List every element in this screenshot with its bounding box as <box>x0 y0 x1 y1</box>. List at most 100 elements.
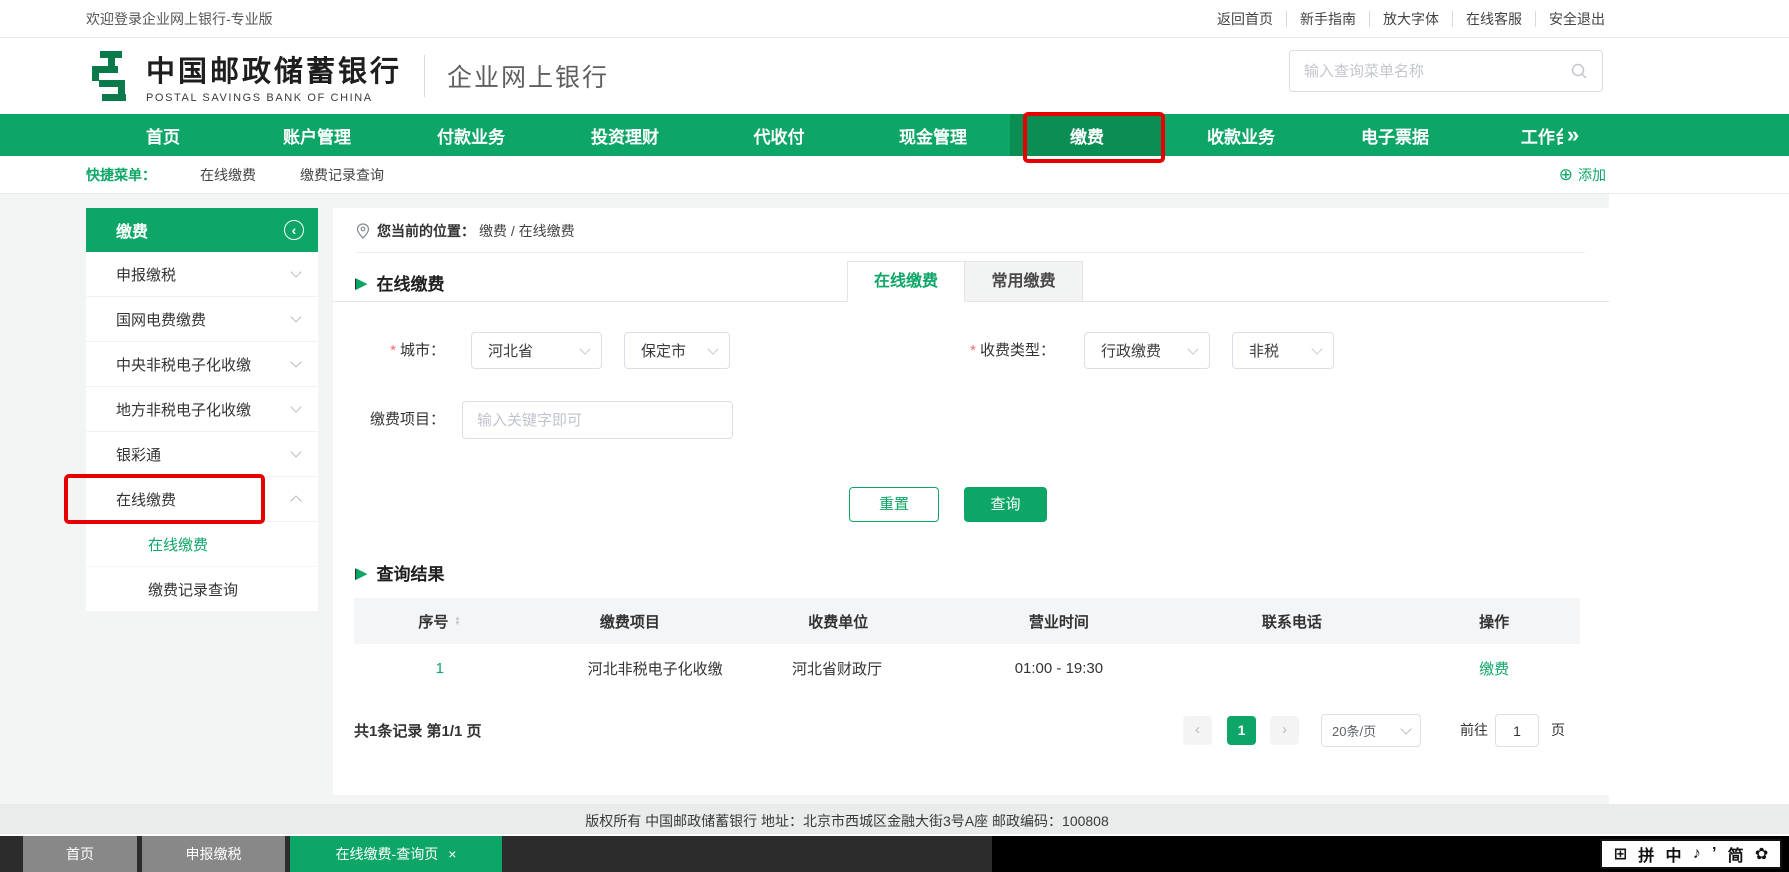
city-select[interactable]: 保定市 <box>624 332 730 369</box>
main-nav: 首页 账户管理 付款业务 投资理财 代收付 现金管理 缴费 收款业务 电子票据 … <box>0 114 1789 156</box>
nav-item-fee-payment[interactable]: 缴费 <box>1010 114 1164 156</box>
chevron-down-icon <box>290 446 301 457</box>
nav-item-investment[interactable]: 投资理财 <box>548 114 702 156</box>
goto-label: 前往 <box>1460 720 1488 740</box>
page-number-button[interactable]: 1 <box>1227 716 1256 745</box>
add-label: 添加 <box>1578 165 1606 185</box>
chevron-down-icon <box>290 401 301 412</box>
nav-label: 代收付 <box>754 123 805 148</box>
col-label: 序号 <box>418 611 448 632</box>
link-logout[interactable]: 安全退出 <box>1522 9 1605 29</box>
nav-more-chevron-icon[interactable]: » <box>1567 122 1577 148</box>
form-row-city: 城市： 河北省 保定市 收费类型： 行政缴费 非税 <box>333 332 1609 370</box>
results-title-text: 查询结果 <box>377 560 445 585</box>
chevron-down-icon <box>707 343 718 354</box>
nav-item-workbench[interactable]: 工作台 » <box>1472 114 1626 156</box>
nav-item-collection-payment[interactable]: 代收付 <box>702 114 856 156</box>
menu-search-input[interactable] <box>1304 63 1570 80</box>
sidebar-item-tax-declaration[interactable]: 申报缴税 <box>86 252 318 297</box>
link-guide[interactable]: 新手指南 <box>1273 9 1356 29</box>
goto-page-input[interactable] <box>1495 714 1539 747</box>
sidebar-item-state-grid-electricity[interactable]: 国网电费缴费 <box>86 297 318 342</box>
sidebar-subitem-label: 在线缴费 <box>148 534 208 555</box>
fee-type-select-2[interactable]: 非税 <box>1232 332 1334 369</box>
breadcrumb: 您当前的位置： 缴费 / 在线缴费 <box>356 221 575 241</box>
pay-action-link[interactable]: 缴费 <box>1479 661 1509 678</box>
fee-type-select-1[interactable]: 行政缴费 <box>1084 332 1210 369</box>
welcome-text: 欢迎登录企业网上银行-专业版 <box>86 9 273 29</box>
nav-label: 电子票据 <box>1361 123 1429 148</box>
link-home[interactable]: 返回首页 <box>1217 9 1273 29</box>
project-label: 缴费项目： <box>333 401 445 439</box>
nav-label: 首页 <box>146 123 180 148</box>
ime-punctuation-icon[interactable]: ’ <box>1712 845 1716 863</box>
sort-down-icon[interactable]: ▼ <box>455 621 461 626</box>
fee-type-label: 收费类型： <box>893 332 1055 370</box>
fee-type-value-1: 行政缴费 <box>1101 340 1161 361</box>
ime-chinese-mode-icon[interactable]: 中 <box>1666 842 1682 866</box>
sidebar-title: 缴费 <box>116 218 148 242</box>
breadcrumb-divider <box>356 252 1585 253</box>
nav-item-home[interactable]: 首页 <box>86 114 240 156</box>
nav-item-payments[interactable]: 付款业务 <box>394 114 548 156</box>
plus-circle-icon: ⊕ <box>1559 165 1573 185</box>
nav-item-e-bills[interactable]: 电子票据 <box>1318 114 1472 156</box>
nav-label: 缴费 <box>1070 123 1104 148</box>
sidebar-item-local-nontax[interactable]: 地方非税电子化收缴 <box>86 387 318 432</box>
ime-skin-icon[interactable]: ✿ <box>1755 844 1768 864</box>
ime-sound-icon[interactable]: ♪ <box>1693 845 1701 863</box>
taskbar-tab-tax-declaration[interactable]: 申报缴税 <box>142 836 285 872</box>
portal-title: 企业网上银行 <box>447 58 609 94</box>
sidebar-item-yincaitong[interactable]: 银彩通 <box>86 432 318 477</box>
prev-page-button[interactable]: ‹ <box>1183 716 1212 745</box>
col-action: 操作 <box>1408 611 1580 632</box>
taskbar-tab-home[interactable]: 首页 <box>23 836 137 872</box>
close-icon[interactable]: × <box>448 846 456 862</box>
nav-item-accounts[interactable]: 账户管理 <box>240 114 394 156</box>
ime-simplified-icon[interactable]: 简 <box>1728 842 1744 866</box>
ime-pinyin-icon[interactable]: 拼 <box>1638 842 1654 866</box>
quick-menu-item-online-payment[interactable]: 在线缴费 <box>200 165 256 185</box>
taskbar-tab-online-payment-query[interactable]: 在线缴费-查询页 × <box>290 836 502 872</box>
col-project: 缴费项目 <box>526 611 734 632</box>
page-size-select[interactable]: 20条/页 <box>1321 714 1421 747</box>
sidebar-collapse-button[interactable]: ‹ <box>284 220 304 240</box>
province-value: 河北省 <box>488 340 533 361</box>
taskbar-tab-label: 在线缴费-查询页 <box>336 844 439 864</box>
results-table: 序号 ▲ ▼ 缴费项目 收费单位 营业时间 联系电话 操作 1 河北非税电子化收… <box>354 598 1580 693</box>
quick-menu-item-payment-records[interactable]: 缴费记录查询 <box>300 165 384 185</box>
sort-icon[interactable]: ▲ ▼ <box>454 616 461 626</box>
header-divider <box>424 55 425 97</box>
sidebar-subitem-payment-records[interactable]: 缴费记录查询 <box>86 567 318 612</box>
bank-name-block: 中国邮政储蓄银行 POSTAL SAVINGS BANK OF CHINA <box>146 48 402 104</box>
search-icon[interactable] <box>1570 62 1588 80</box>
ime-grid-icon[interactable]: ⊞ <box>1614 844 1627 864</box>
sidebar-item-online-payment[interactable]: 在线缴费 <box>86 477 318 522</box>
ime-toolbar[interactable]: ⊞ 拼 中 ♪ ’ 简 ✿ <box>1600 839 1782 869</box>
tab-online-payment[interactable]: 在线缴费 <box>847 261 965 302</box>
province-select[interactable]: 河北省 <box>471 332 602 369</box>
project-keyword-input[interactable] <box>462 401 733 439</box>
payment-tabs: 在线缴费 常用缴费 <box>847 261 1083 302</box>
query-button[interactable]: 查询 <box>964 487 1047 522</box>
next-page-button[interactable]: › <box>1270 716 1299 745</box>
nav-label: 付款业务 <box>437 123 505 148</box>
sidebar-subitem-online-payment[interactable]: 在线缴费 <box>86 522 318 567</box>
app-taskbar: 首页 申报缴税 在线缴费-查询页 × ⊞ 拼 中 ♪ ’ 简 ✿ <box>0 836 1789 872</box>
taskbar-tab-label: 首页 <box>66 844 94 864</box>
bank-logo: 中国邮政储蓄银行 POSTAL SAVINGS BANK OF CHINA 企业… <box>86 48 609 104</box>
chevron-down-icon <box>579 343 590 354</box>
col-hours: 营业时间 <box>942 611 1175 632</box>
sidebar-item-central-nontax[interactable]: 中央非税电子化收缴 <box>86 342 318 387</box>
reset-button[interactable]: 重置 <box>849 487 939 522</box>
add-quick-menu-button[interactable]: ⊕ 添加 <box>1559 165 1606 185</box>
chevron-down-icon <box>290 266 301 277</box>
sidebar-item-label: 地方非税电子化收缴 <box>116 399 251 420</box>
chevron-down-icon <box>290 311 301 322</box>
nav-item-cash-management[interactable]: 现金管理 <box>856 114 1010 156</box>
link-font-size[interactable]: 放大字体 <box>1356 9 1439 29</box>
tab-frequent-payment[interactable]: 常用缴费 <box>965 261 1083 302</box>
link-online-service[interactable]: 在线客服 <box>1439 9 1522 29</box>
sidebar-item-label: 申报缴税 <box>116 264 176 285</box>
nav-item-receivables[interactable]: 收款业务 <box>1164 114 1318 156</box>
